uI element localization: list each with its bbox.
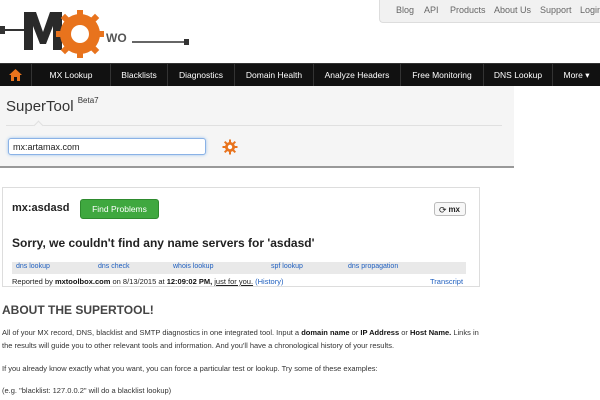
site-header: WO Blog API Products About Us Support Lo…: [0, 0, 600, 63]
nav-more-menu[interactable]: More ▾: [553, 64, 600, 86]
reported-by-line: Reported by mxtoolbox.com on 8/13/2015 a…: [12, 277, 284, 286]
logo-text: WO: [106, 31, 127, 45]
nav-blacklists[interactable]: Blacklists: [111, 64, 168, 86]
nav-analyze-headers[interactable]: Analyze Headers: [314, 64, 401, 86]
result-query: mx:asdasd: [12, 202, 70, 214]
panel-divider: [6, 125, 502, 126]
about-paragraph-2: If you already know exactly what you wan…: [2, 364, 378, 373]
find-problems-button[interactable]: Find Problems: [80, 199, 159, 219]
supertool-search-input[interactable]: [8, 138, 206, 155]
mx-button-label: mx: [448, 205, 460, 214]
panel-notch: [33, 120, 44, 131]
topnav-support[interactable]: Support: [540, 5, 572, 15]
nav-mx-lookup[interactable]: MX Lookup: [32, 64, 111, 86]
topnav-about-us[interactable]: About Us: [494, 5, 531, 15]
topnav-blog[interactable]: Blog: [396, 5, 414, 15]
supertool-panel: SuperTool Beta7: [0, 86, 514, 168]
history-link[interactable]: (History): [255, 277, 283, 286]
related-links-bar: dns lookup dns check whois lookup spf lo…: [12, 262, 466, 274]
link-spf-lookup[interactable]: spf lookup: [271, 263, 303, 270]
gear-icon[interactable]: [222, 139, 238, 155]
nav-free-monitoring[interactable]: Free Monitoring: [401, 64, 484, 86]
mx-refresh-button[interactable]: ⟳ mx: [434, 202, 466, 216]
transcript-link[interactable]: Transcript: [430, 277, 463, 286]
nav-home[interactable]: [0, 64, 32, 86]
about-heading: ABOUT THE SUPERTOOL!: [2, 303, 154, 317]
link-whois-lookup[interactable]: whois lookup: [173, 263, 213, 270]
nav-diagnostics[interactable]: Diagnostics: [168, 64, 235, 86]
house-icon: [9, 69, 22, 81]
supertool-title: SuperTool Beta7: [6, 96, 99, 115]
link-dns-propagation[interactable]: dns propagation: [348, 263, 398, 270]
refresh-icon: ⟳: [439, 205, 447, 215]
mxtoolbox-logo[interactable]: WO: [0, 4, 200, 60]
result-message: Sorry, we couldn't find any name servers…: [12, 236, 315, 250]
about-paragraph-3: (e.g. "blacklist: 127.0.0.2" will do a b…: [2, 386, 172, 395]
topnav-login[interactable]: Login: [580, 5, 600, 15]
main-navigation: MX Lookup Blacklists Diagnostics Domain …: [0, 63, 600, 86]
nav-dns-lookup[interactable]: DNS Lookup: [484, 64, 553, 86]
top-navigation: Blog API Products About Us Support Login: [379, 0, 600, 23]
reported-site: mxtoolbox.com: [54, 277, 111, 286]
nav-domain-health[interactable]: Domain Health: [235, 64, 314, 86]
topnav-products[interactable]: Products: [450, 5, 486, 15]
supertool-title-text: SuperTool: [6, 98, 74, 115]
just-for-you-link[interactable]: just for you.: [214, 277, 253, 286]
link-dns-lookup[interactable]: dns lookup: [16, 263, 50, 270]
topnav-api[interactable]: API: [424, 5, 439, 15]
about-paragraph-1: All of your MX record, DNS, blacklist an…: [2, 328, 479, 350]
supertool-beta-badge: Beta7: [77, 96, 99, 105]
reported-time: 12:09:02 PM,: [166, 277, 213, 286]
link-dns-check[interactable]: dns check: [98, 263, 130, 270]
